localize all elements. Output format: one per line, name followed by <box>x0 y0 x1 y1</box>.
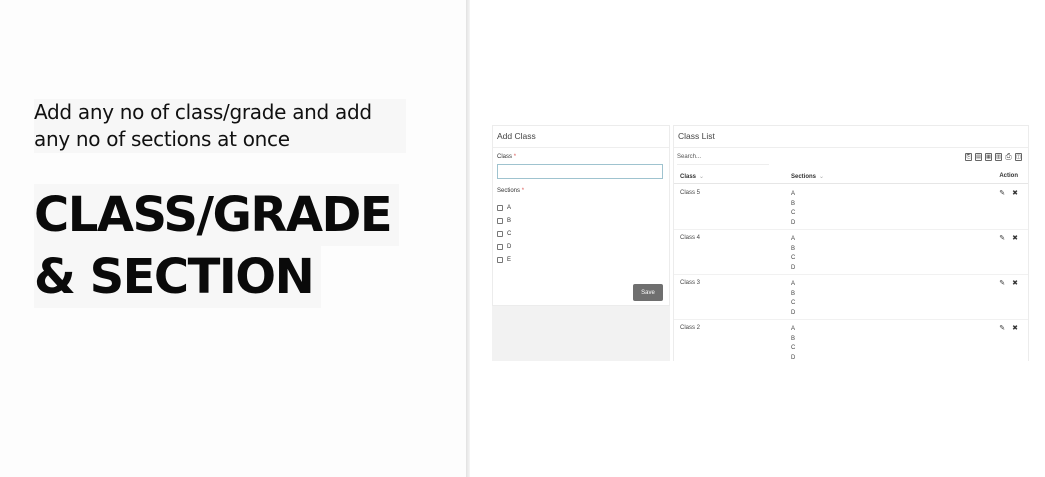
add-class-card: Add Class Class * Sections * A B C D E S… <box>492 125 670 306</box>
search-input[interactable]: Search... <box>677 154 769 165</box>
section-value: B <box>791 245 796 252</box>
section-value: A <box>791 191 796 197</box>
checkbox[interactable] <box>497 218 503 224</box>
section-option-label: C <box>507 231 512 237</box>
headline-line-2: & SECTION <box>34 246 322 308</box>
sections-label: Sections * <box>497 188 524 194</box>
checkbox[interactable] <box>497 205 503 211</box>
edit-icon[interactable]: ✎ <box>999 234 1005 242</box>
section-checkbox-e[interactable]: E <box>497 257 511 263</box>
headline-line-1: CLASS/GRADE <box>34 184 400 246</box>
class-label: Class * <box>497 154 516 160</box>
class-cell: Class 2 <box>680 325 701 331</box>
screenshot-edge <box>466 0 470 477</box>
headline: CLASS/GRADE & SECTION <box>34 184 400 308</box>
add-class-panel: Add Class Class * Sections * A B C D E S… <box>492 125 670 361</box>
sections-cell: A B C D <box>791 235 795 274</box>
table-row: Class 2 A B C D ✎ ✖ <box>674 320 1028 365</box>
section-checkbox-b[interactable]: B <box>497 218 511 224</box>
sections-label-text: Sections <box>497 188 521 194</box>
edit-icon[interactable]: ✎ <box>999 324 1005 332</box>
print-icon[interactable]: ⎙ <box>1005 153 1012 161</box>
csv-icon[interactable]: ▤ <box>975 153 982 161</box>
title-divider <box>674 147 1028 148</box>
class-input[interactable] <box>497 164 663 179</box>
sort-icon[interactable]: ⌄ <box>819 174 824 180</box>
section-option-label: B <box>507 218 512 224</box>
section-value: C <box>791 210 796 217</box>
sections-cell: A B C D <box>791 280 795 319</box>
table-row: Class 5 A B C D ✎ ✖ <box>674 185 1028 230</box>
column-header-class[interactable]: Class ⌄ <box>680 173 704 180</box>
section-value: D <box>791 220 796 227</box>
section-value: A <box>791 236 796 242</box>
columns-icon[interactable]: ◫ <box>1015 153 1022 161</box>
excel-icon[interactable]: ▦ <box>985 153 992 161</box>
section-value: D <box>791 355 796 362</box>
copy-icon[interactable]: ⎘ <box>965 153 972 161</box>
tagline-line-2: any no of sections at once <box>34 127 290 151</box>
title-divider <box>493 147 669 148</box>
delete-icon[interactable]: ✖ <box>1012 279 1018 287</box>
section-option-label: A <box>507 205 512 211</box>
section-value: B <box>791 200 796 207</box>
column-header-label: Sections <box>791 174 817 180</box>
row-actions: ✎ ✖ <box>999 189 1018 197</box>
required-mark: * <box>513 154 517 160</box>
edit-icon[interactable]: ✎ <box>999 189 1005 197</box>
class-cell: Class 3 <box>680 280 701 286</box>
section-value: B <box>791 335 796 342</box>
promo-panel: Add any no of class/grade and add any no… <box>0 0 466 477</box>
section-checkbox-d[interactable]: D <box>497 244 511 250</box>
column-header-label: Class <box>680 174 697 180</box>
header-divider <box>674 183 1028 184</box>
checkbox[interactable] <box>497 244 503 250</box>
delete-icon[interactable]: ✖ <box>1012 324 1018 332</box>
class-label-text: Class <box>497 154 513 160</box>
delete-icon[interactable]: ✖ <box>1012 234 1018 242</box>
section-value: D <box>791 265 796 272</box>
tagline-line-1: Add any no of class/grade and add <box>34 100 372 124</box>
row-actions: ✎ ✖ <box>999 324 1018 332</box>
section-value: C <box>791 255 796 262</box>
table-row: Class 3 A B C D ✎ ✖ <box>674 275 1028 320</box>
checkbox[interactable] <box>497 231 503 237</box>
column-header-action: Action <box>999 173 1018 179</box>
section-value: B <box>791 290 796 297</box>
class-cell: Class 4 <box>680 235 701 241</box>
sections-cell: A B C D <box>791 190 795 229</box>
section-value: C <box>791 300 796 307</box>
save-button[interactable]: Save <box>633 284 663 301</box>
class-list-panel: Class List Search... ⎘ ▤ ▦ ▥ ⎙ ◫ Class ⌄ … <box>673 125 1029 361</box>
section-checkbox-a[interactable]: A <box>497 205 511 211</box>
section-value: A <box>791 326 796 332</box>
edit-icon[interactable]: ✎ <box>999 279 1005 287</box>
section-value: C <box>791 345 796 352</box>
required-mark: * <box>521 188 525 194</box>
row-actions: ✎ ✖ <box>999 234 1018 242</box>
sort-icon[interactable]: ⌄ <box>699 174 704 180</box>
section-checkbox-c[interactable]: C <box>497 231 511 237</box>
checkbox[interactable] <box>497 257 503 263</box>
table-row: Class 4 A B C D ✎ ✖ <box>674 230 1028 275</box>
export-toolbar: ⎘ ▤ ▦ ▥ ⎙ ◫ <box>965 153 1022 161</box>
section-option-label: E <box>507 257 512 263</box>
sections-cell: A B C D <box>791 325 795 364</box>
class-list-title: Class List <box>678 131 715 141</box>
column-header-sections[interactable]: Sections ⌄ <box>791 173 824 180</box>
pdf-icon[interactable]: ▥ <box>995 153 1002 161</box>
section-value: D <box>791 310 796 317</box>
tagline: Add any no of class/grade and add any no… <box>34 99 406 153</box>
section-value: A <box>791 281 796 287</box>
row-actions: ✎ ✖ <box>999 279 1018 287</box>
delete-icon[interactable]: ✖ <box>1012 189 1018 197</box>
class-cell: Class 5 <box>680 190 701 196</box>
add-class-title: Add Class <box>497 131 536 141</box>
section-option-label: D <box>507 244 512 250</box>
